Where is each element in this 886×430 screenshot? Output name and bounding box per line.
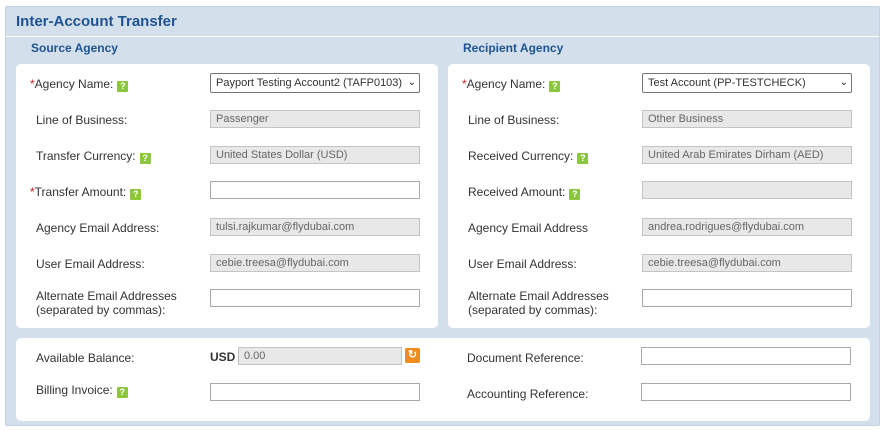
source-currency-label: Transfer Currency:? [36, 149, 151, 164]
recipient-currency-label: Received Currency:? [468, 149, 589, 164]
source-alt-email-label-2: (separated by commas): [36, 303, 166, 317]
source-currency-field: United States Dollar (USD) [210, 146, 420, 164]
refresh-icon[interactable]: ↻ [405, 348, 420, 363]
help-icon[interactable]: ? [569, 189, 581, 200]
recipient-user-email-field: cebie.treesa@flydubai.com [642, 254, 852, 272]
source-agency-email-label: Agency Email Address: [36, 221, 160, 235]
help-icon[interactable]: ? [130, 189, 142, 200]
help-icon[interactable]: ? [577, 153, 589, 164]
chevron-down-icon: ⌄ [839, 77, 848, 88]
source-lob-label: Line of Business: [36, 113, 128, 127]
recipient-lob-label: Line of Business: [468, 113, 560, 127]
source-agency-email-field: tulsi.rajkumar@flydubai.com [210, 218, 420, 236]
recipient-agency-heading: Recipient Agency [463, 41, 564, 55]
page-title: Inter-Account Transfer [16, 13, 177, 30]
recipient-amount-label: Received Amount:? [468, 185, 581, 200]
source-user-email-label: User Email Address: [36, 257, 145, 271]
recipient-alt-email-label-2: (separated by commas): [468, 303, 598, 317]
billing-invoice-label: Billing Invoice:? [36, 383, 128, 398]
chevron-down-icon: ⌄ [407, 77, 416, 88]
help-icon[interactable]: ? [117, 81, 129, 92]
billing-invoice-input[interactable] [210, 383, 420, 401]
recipient-agency-select[interactable]: Test Account (PP-TESTCHECK) ⌄ [642, 73, 852, 93]
available-balance-field: 0.00 [238, 347, 402, 365]
source-amount-label: *Transfer Amount:? [30, 185, 142, 200]
document-reference-label: Document Reference: [467, 351, 584, 365]
title-bar: Inter-Account Transfer [6, 7, 879, 37]
received-amount-field [642, 181, 852, 199]
recipient-agency-email-field: andrea.rodrigues@flydubai.com [642, 218, 852, 236]
accounting-reference-label: Accounting Reference: [467, 387, 589, 401]
available-balance-label: Available Balance: [36, 351, 135, 365]
recipient-agency-name-label: *Agency Name:? [462, 77, 561, 92]
source-alt-email-label-1: Alternate Email Addresses [36, 289, 177, 303]
recipient-alt-email-input[interactable] [642, 289, 852, 307]
source-alt-email-input[interactable] [210, 289, 420, 307]
recipient-user-email-label: User Email Address: [468, 257, 577, 271]
help-icon[interactable]: ? [116, 387, 128, 398]
recipient-currency-field: United Arab Emirates Dirham (AED) [642, 146, 852, 164]
help-icon[interactable]: ? [549, 81, 561, 92]
source-user-email-field: cebie.treesa@flydubai.com [210, 254, 420, 272]
source-agency-select[interactable]: Payport Testing Account2 (TAFP0103) ⌄ [210, 73, 420, 93]
help-icon[interactable]: ? [139, 153, 151, 164]
source-agency-heading: Source Agency [31, 41, 118, 55]
balance-currency: USD [210, 350, 236, 364]
transfer-amount-input[interactable] [210, 181, 420, 199]
recipient-lob-field: Other Business [642, 110, 852, 128]
recipient-agency-email-label: Agency Email Address [468, 221, 589, 235]
recipient-alt-email-label-1: Alternate Email Addresses [468, 289, 609, 303]
document-reference-input[interactable] [641, 347, 851, 365]
accounting-reference-input[interactable] [641, 383, 851, 401]
source-agency-name-label: *Agency Name:? [30, 77, 129, 92]
source-lob-field: Passenger [210, 110, 420, 128]
